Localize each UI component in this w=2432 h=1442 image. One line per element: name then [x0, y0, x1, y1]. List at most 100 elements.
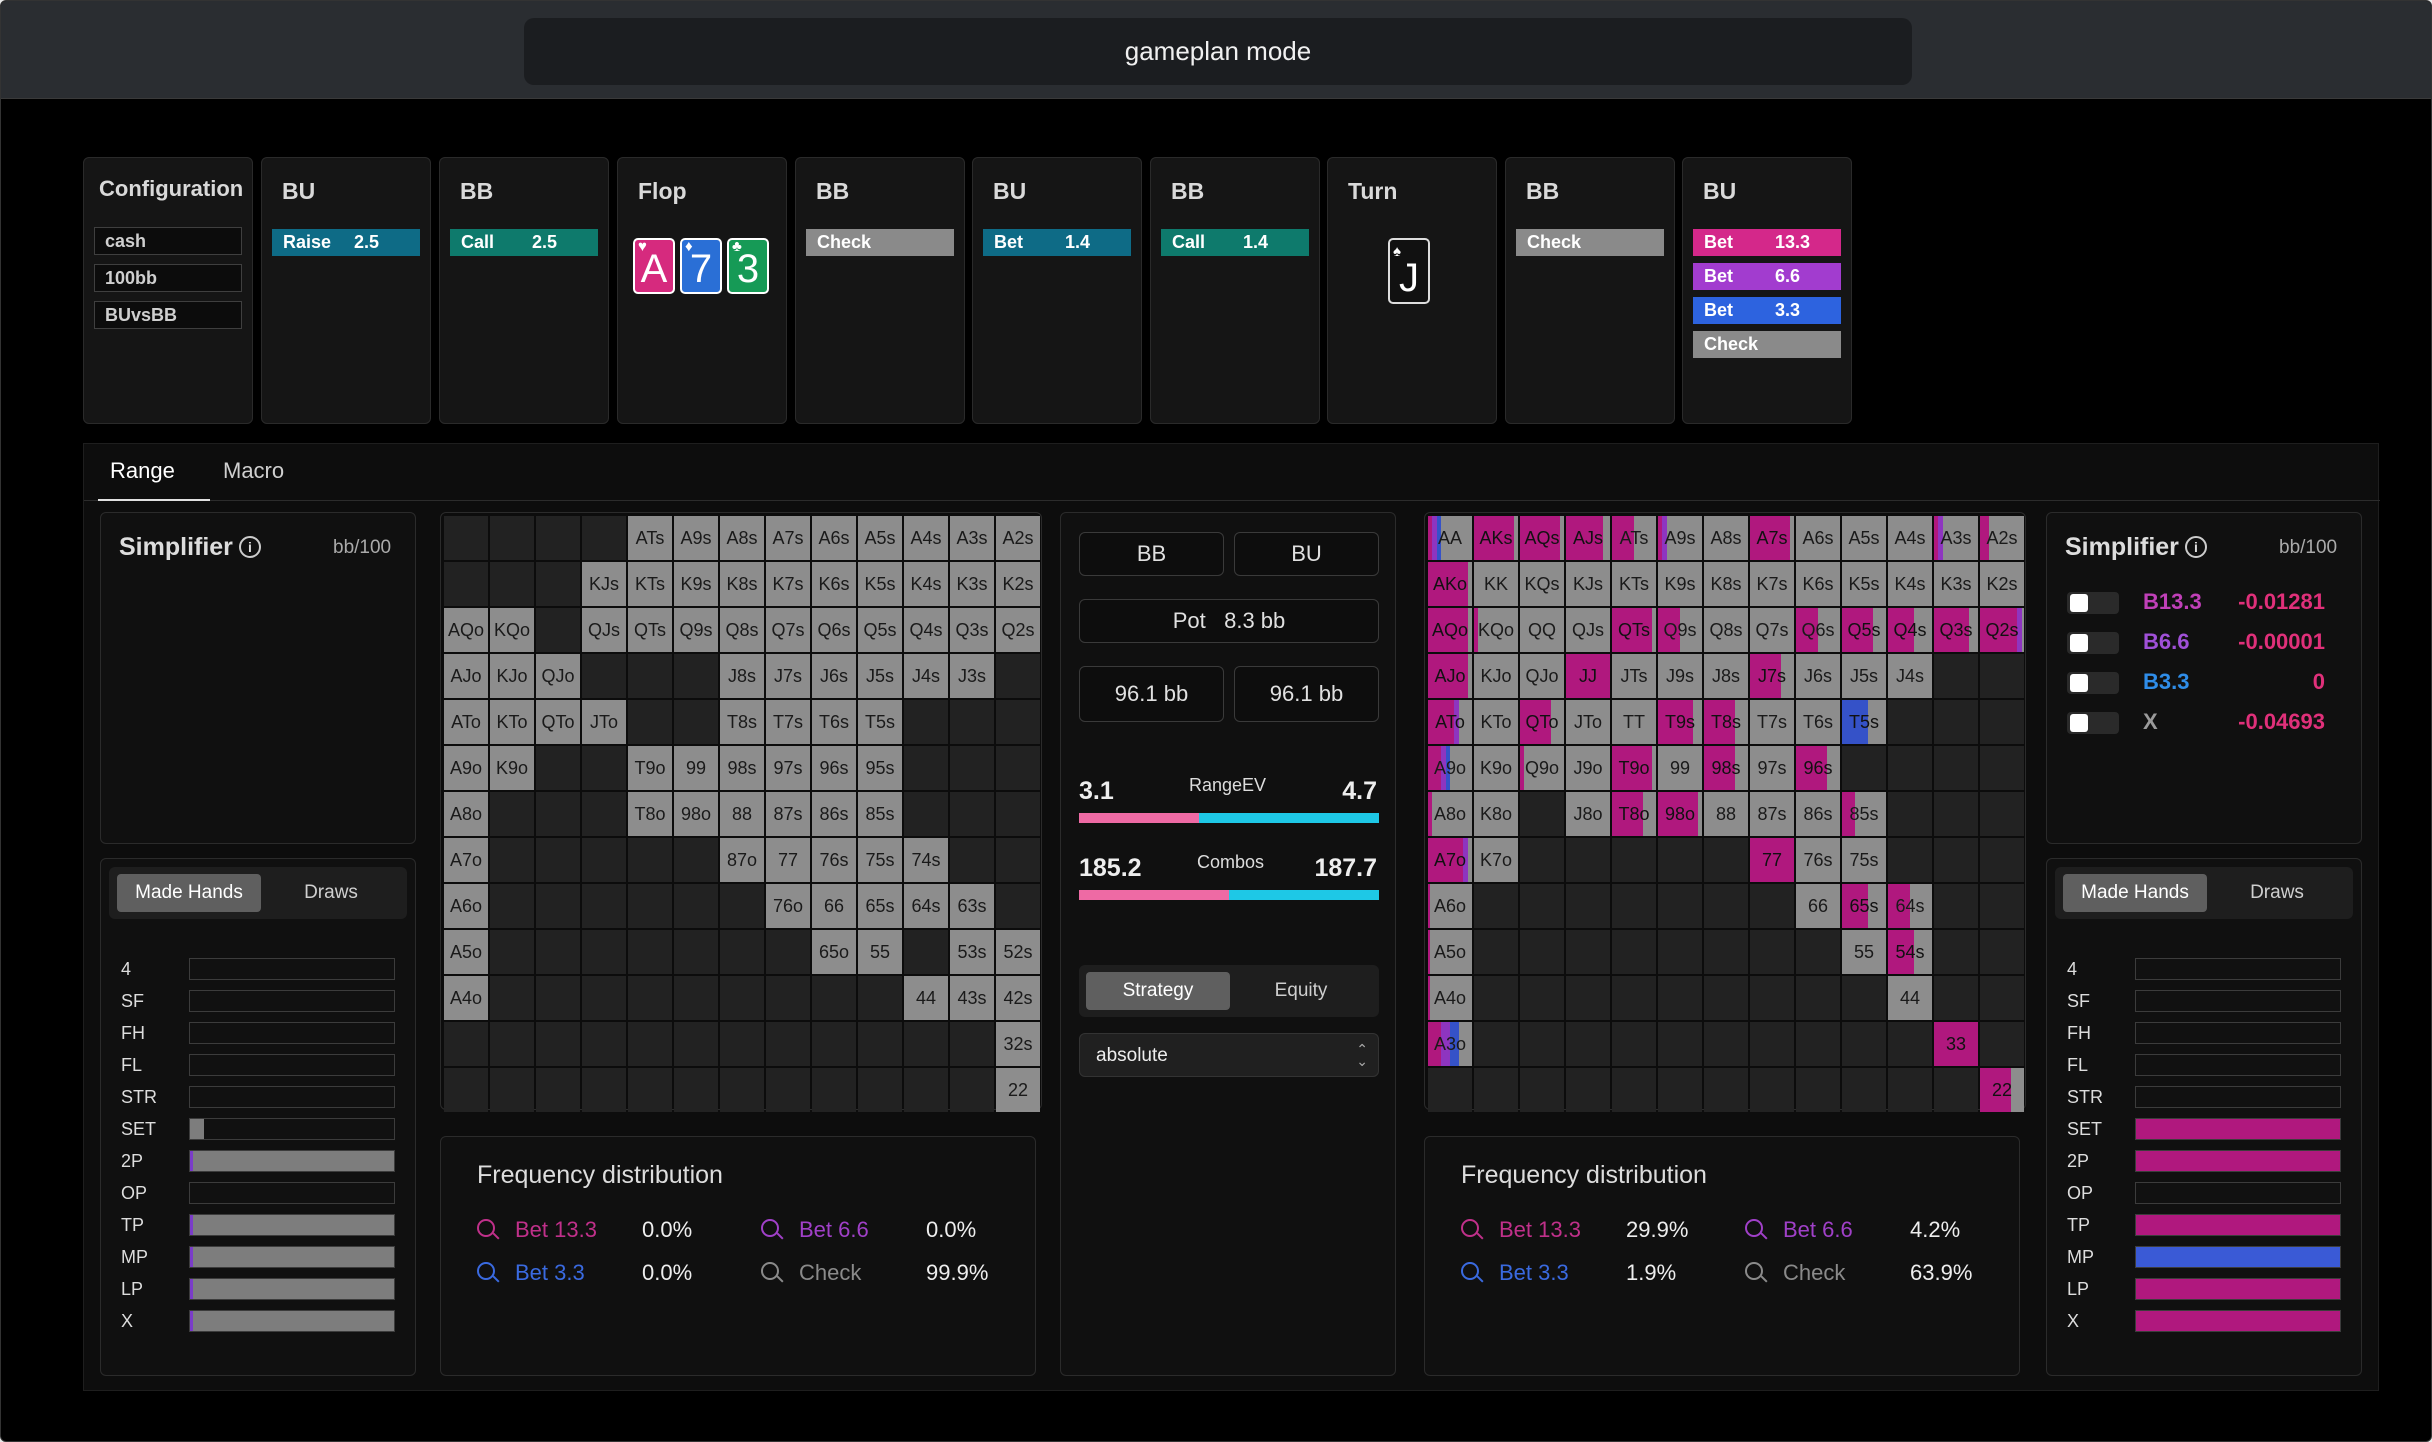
bu-cell-K7s[interactable]: K7s: [1750, 562, 1794, 606]
bb-cell-94o[interactable]: [674, 976, 718, 1020]
bb-cell-KQs[interactable]: [536, 562, 580, 606]
display-select[interactable]: absolute ⌃ ⌄: [1079, 1033, 1379, 1077]
bb-cell-43s[interactable]: 43s: [950, 976, 994, 1020]
bu-cell-53s[interactable]: [1934, 930, 1978, 974]
bb-cell-92o[interactable]: [674, 1068, 718, 1112]
bb-cell-K9o[interactable]: K9o: [490, 746, 534, 790]
bu-cell-Q6o[interactable]: [1520, 884, 1564, 928]
action-bet-button[interactable]: Bet 6.6: [1693, 263, 1841, 290]
bu-cell-T9o[interactable]: T9o: [1612, 746, 1656, 790]
bb-cell-T5s[interactable]: T5s: [858, 700, 902, 744]
bu-cell-K7o[interactable]: K7o: [1474, 838, 1518, 882]
bb-cell-Q2s[interactable]: Q2s: [996, 608, 1040, 652]
bb-cell-KJo[interactable]: KJo: [490, 654, 534, 698]
bb-cell-65o[interactable]: 65o: [812, 930, 856, 974]
bb-cell-84o[interactable]: [720, 976, 764, 1020]
bu-cell-76o[interactable]: [1750, 884, 1794, 928]
search-icon[interactable]: [1745, 1262, 1763, 1280]
bb-cell-Q8s[interactable]: Q8s: [720, 608, 764, 652]
equity-button[interactable]: Equity: [1230, 972, 1372, 1010]
left-draws-button[interactable]: Draws: [259, 874, 403, 912]
bb-cell-53o[interactable]: [858, 1022, 902, 1066]
bu-cell-A7o[interactable]: A7o: [1428, 838, 1472, 882]
bb-cell-J9s[interactable]: [674, 654, 718, 698]
bu-cell-95o[interactable]: [1658, 930, 1702, 974]
bb-cell-73s[interactable]: [950, 838, 994, 882]
bb-cell-32o[interactable]: [950, 1068, 994, 1112]
bu-cell-JJ[interactable]: JJ: [1566, 654, 1610, 698]
simplifier-checkbox[interactable]: [2067, 592, 2119, 614]
bu-cell-J6s[interactable]: J6s: [1796, 654, 1840, 698]
bb-cell-A8s[interactable]: A8s: [720, 516, 764, 560]
bu-cell-82o[interactable]: [1704, 1068, 1748, 1112]
bu-cell-97s[interactable]: 97s: [1750, 746, 1794, 790]
bb-cell-Q7s[interactable]: Q7s: [766, 608, 810, 652]
bu-cell-AKo[interactable]: AKo: [1428, 562, 1472, 606]
bu-cell-A9s[interactable]: A9s: [1658, 516, 1702, 560]
bb-cell-Q2o[interactable]: [536, 1068, 580, 1112]
bu-cell-A2s[interactable]: A2s: [1980, 516, 2024, 560]
bu-cell-QJs[interactable]: QJs: [1566, 608, 1610, 652]
tab-macro[interactable]: Macro: [223, 458, 284, 484]
bu-cell-K4s[interactable]: K4s: [1888, 562, 1932, 606]
config-stack-depth[interactable]: 100bb: [94, 264, 242, 292]
bb-cell-88[interactable]: 88: [720, 792, 764, 836]
bb-cell-A7o[interactable]: A7o: [444, 838, 488, 882]
bu-cell-86o[interactable]: [1704, 884, 1748, 928]
bb-cell-A7s[interactable]: A7s: [766, 516, 810, 560]
bb-cell-T9s[interactable]: [674, 700, 718, 744]
bb-cell-J6s[interactable]: J6s: [812, 654, 856, 698]
bu-cell-T5s[interactable]: T5s: [1842, 700, 1886, 744]
bb-cell-52o[interactable]: [858, 1068, 902, 1112]
bu-cell-85s[interactable]: 85s: [1842, 792, 1886, 836]
simplifier-checkbox[interactable]: [2067, 632, 2119, 654]
bu-cell-Q3s[interactable]: Q3s: [1934, 608, 1978, 652]
action-check-button[interactable]: Check: [1516, 229, 1664, 256]
bu-cell-Q4s[interactable]: Q4s: [1888, 608, 1932, 652]
bu-cell-Q6s[interactable]: Q6s: [1796, 608, 1840, 652]
step-card-9[interactable]: BU Bet 13.3 Bet 6.6 Bet 3.3 Check: [1682, 157, 1852, 424]
bb-cell-86o[interactable]: [720, 884, 764, 928]
bu-cell-KQs[interactable]: KQs: [1520, 562, 1564, 606]
bu-cell-AQs[interactable]: AQs: [1520, 516, 1564, 560]
bu-cell-JTo[interactable]: JTo: [1566, 700, 1610, 744]
bb-cell-KTo[interactable]: KTo: [490, 700, 534, 744]
action-bet-button[interactable]: Bet 13.3: [1693, 229, 1841, 256]
bb-cell-A9o[interactable]: A9o: [444, 746, 488, 790]
bb-cell-A3s[interactable]: A3s: [950, 516, 994, 560]
bb-cell-K4s[interactable]: K4s: [904, 562, 948, 606]
bu-cell-A4s[interactable]: A4s: [1888, 516, 1932, 560]
right-made-hands-button[interactable]: Made Hands: [2063, 874, 2207, 912]
bu-cell-Q2o[interactable]: [1520, 1068, 1564, 1112]
bu-cell-52o[interactable]: [1842, 1068, 1886, 1112]
bb-cell-KJs[interactable]: KJs: [582, 562, 626, 606]
bu-cell-92s[interactable]: [1980, 746, 2024, 790]
bu-cell-T3o[interactable]: [1612, 1022, 1656, 1066]
bu-cell-T2o[interactable]: [1612, 1068, 1656, 1112]
bu-cell-64s[interactable]: 64s: [1888, 884, 1932, 928]
bu-cell-QJo[interactable]: QJo: [1520, 654, 1564, 698]
bb-cell-T6s[interactable]: T6s: [812, 700, 856, 744]
bu-cell-J4s[interactable]: J4s: [1888, 654, 1932, 698]
bb-cell-J3o[interactable]: [582, 1022, 626, 1066]
bu-cell-T4o[interactable]: [1612, 976, 1656, 1020]
bb-cell-K7s[interactable]: K7s: [766, 562, 810, 606]
bu-cell-64o[interactable]: [1796, 976, 1840, 1020]
bb-cell-K3o[interactable]: [490, 1022, 534, 1066]
bb-cell-76o[interactable]: 76o: [766, 884, 810, 928]
bu-cell-K6o[interactable]: [1474, 884, 1518, 928]
bu-cell-TT[interactable]: TT: [1612, 700, 1656, 744]
bu-cell-77[interactable]: 77: [1750, 838, 1794, 882]
bb-cell-AQo[interactable]: AQo: [444, 608, 488, 652]
bu-cell-QTs[interactable]: QTs: [1612, 608, 1656, 652]
bb-cell-JTo[interactable]: JTo: [582, 700, 626, 744]
bu-cell-T4s[interactable]: [1888, 700, 1932, 744]
bu-cell-Q2s[interactable]: Q2s: [1980, 608, 2024, 652]
bb-cell-72o[interactable]: [766, 1068, 810, 1112]
bb-cell-QTs[interactable]: QTs: [628, 608, 672, 652]
bu-cell-K5o[interactable]: [1474, 930, 1518, 974]
bb-cell-97s[interactable]: 97s: [766, 746, 810, 790]
bb-cell-K4o[interactable]: [490, 976, 534, 1020]
bu-cell-Q8o[interactable]: [1520, 792, 1564, 836]
bb-cell-A8o[interactable]: A8o: [444, 792, 488, 836]
